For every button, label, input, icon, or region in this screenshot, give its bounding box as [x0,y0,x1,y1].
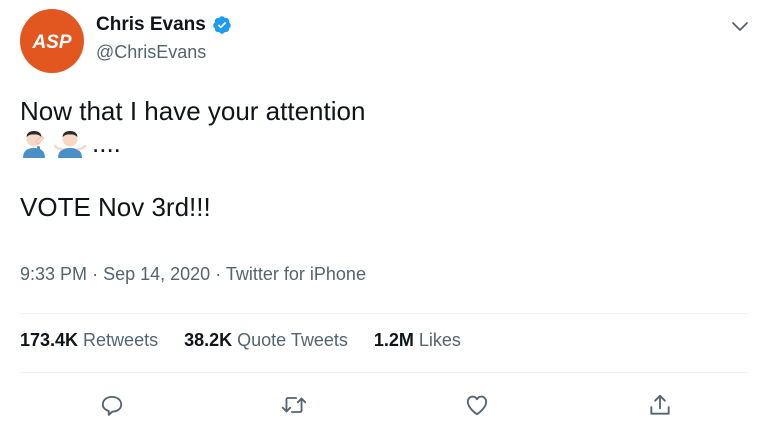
tweet-text: Now that I have your attention .... VOTE… [20,95,740,223]
reply-icon[interactable] [95,388,129,422]
quote-tweets-stat[interactable]: 38.2K Quote Tweets [184,330,348,351]
chevron-down-icon[interactable] [728,14,752,38]
retweets-label: Retweets [83,330,159,350]
tweet-stats: 173.4K Retweets 38.2K Quote Tweets 1.2M Lik… [20,330,461,351]
likes-count: 1.2M [373,330,414,350]
likes-stat[interactable]: 1.2M Likes [374,330,461,351]
quote-tweets-count: 38.2K [184,330,233,350]
tweet-time[interactable]: 9:33 PM [20,264,87,284]
retweets-count: 173.4K [20,330,79,350]
divider [20,313,748,314]
tweet-actions [0,388,768,422]
asp-logo: ASP [31,32,71,53]
retweet-icon[interactable] [277,388,311,422]
man-shrugging-emoji [53,128,87,165]
tweet-source[interactable]: Twitter for iPhone [226,264,366,284]
share-icon[interactable] [643,388,677,422]
like-icon[interactable] [460,388,494,422]
meta-separator: · [215,264,222,284]
likes-label: Likes [418,330,461,350]
verified-badge-icon [212,15,232,35]
retweets-stat[interactable]: 173.4K Retweets [20,330,158,351]
divider [20,372,748,373]
avatar[interactable]: ASP [20,9,84,73]
tweet-date[interactable]: Sep 14, 2020 [103,264,210,284]
meta-separator: · [92,264,99,284]
tweet-meta: 9:33 PM · Sep 14, 2020 · Twitter for iPh… [20,264,366,285]
tweet-line-3: VOTE Nov 3rd!!! [20,192,211,222]
tweet-line-2: .... [20,127,740,159]
author-name-row: Chris Evans [96,14,232,36]
tweet-line-2-text: .... [92,128,121,158]
tweet-line-1: Now that I have your attention [20,96,366,126]
quote-tweets-label: Quote Tweets [237,330,348,350]
author-handle[interactable]: @ChrisEvans [96,42,206,63]
man-facepalming-emoji [20,128,48,165]
display-name[interactable]: Chris Evans [96,14,206,36]
svg-text:ASP: ASP [31,32,71,53]
